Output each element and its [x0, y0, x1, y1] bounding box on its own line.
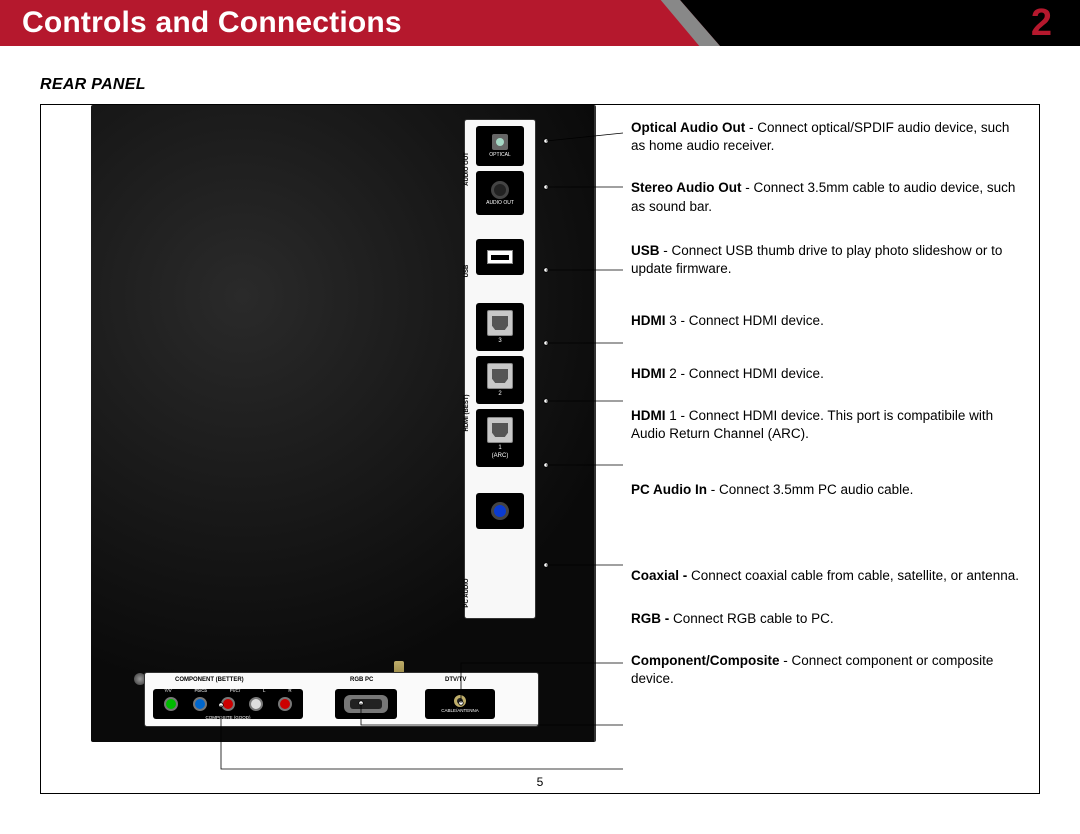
port-hdmi-2: 2	[476, 356, 524, 404]
desc-hdmi3: HDMI 3 - Connect HDMI device.	[631, 312, 1025, 330]
jack-icon	[491, 502, 509, 520]
rca-block: Y/V Pb/Cb Pr/Cr L R COMPOSITE (GOOD)	[153, 689, 303, 719]
diagram-frame: AUDIO OUT USB HDMI (BEST) PC AUDIO OPTIC…	[40, 104, 1040, 794]
page-header: Controls and Connections 2	[0, 0, 1080, 46]
desc-hdmi2: HDMI 2 - Connect HDMI device.	[631, 365, 1025, 383]
desc-rgb: RGB - Connect RGB cable to PC.	[631, 610, 1025, 628]
vga-block	[335, 689, 397, 719]
section-title: REAR PANEL	[40, 76, 1080, 94]
rca-pr	[221, 697, 235, 711]
rca-l	[249, 697, 263, 711]
port-pc-audio	[476, 493, 524, 529]
desc-coax: Coaxial - Connect coaxial cable from cab…	[631, 567, 1025, 585]
desc-hdmi1: HDMI 1 - Connect HDMI device. This port …	[631, 407, 1025, 443]
coax-block: CABLE/ANTENNA	[425, 689, 495, 719]
label-component: COMPONENT (BETTER)	[175, 677, 244, 683]
chapter-number: 2	[1031, 2, 1052, 45]
port-usb	[476, 239, 524, 275]
rca-r	[278, 697, 292, 711]
header-title: Controls and Connections	[22, 6, 402, 40]
hdmi-icon	[487, 310, 513, 336]
optical-label: OPTICAL	[489, 152, 510, 158]
side-connector-panel: AUDIO OUT USB HDMI (BEST) PC AUDIO OPTIC…	[464, 119, 536, 619]
bottom-connector-panel: COMPONENT (BETTER) RGB PC DTV/TV Y/V Pb/…	[144, 672, 539, 727]
vga-icon	[344, 695, 388, 713]
optical-icon	[492, 134, 508, 150]
label-hdmi-group: HDMI (BEST)	[464, 393, 470, 433]
desc-pcaudio: PC Audio In - Connect 3.5mm PC audio cab…	[631, 481, 1025, 499]
label-dtv: DTV/TV	[445, 677, 466, 683]
port-audio-out: AUDIO OUT	[476, 171, 524, 215]
description-column: Optical Audio Out - Connect optical/SPDI…	[631, 119, 1025, 712]
desc-usb: USB - Connect USB thumb drive to play ph…	[631, 242, 1025, 278]
usb-icon	[487, 250, 513, 264]
coax-icon	[454, 695, 466, 707]
rca-top-labels: Y/V Pb/Cb Pr/Cr L R	[153, 688, 303, 693]
label-pcaudio-group: PC AUDIO	[464, 573, 470, 613]
hdmi-icon	[487, 417, 513, 443]
port-hdmi-3: 3	[476, 303, 524, 351]
label-composite: COMPOSITE (GOOD)	[153, 715, 303, 720]
desc-comp: Component/Composite - Connect component …	[631, 652, 1025, 688]
port-hdmi-1: 1 (ARC)	[476, 409, 524, 467]
label-usb-group: USB	[464, 251, 470, 291]
desc-optical: Optical Audio Out - Connect optical/SPDI…	[631, 119, 1025, 155]
port-optical: OPTICAL	[476, 126, 524, 166]
desc-stereo: Stereo Audio Out - Connect 3.5mm cable t…	[631, 179, 1025, 215]
label-audio-out-group: AUDIO OUT	[464, 149, 470, 189]
hdmi-icon	[487, 363, 513, 389]
jack-icon	[491, 181, 509, 199]
label-rgb: RGB PC	[350, 677, 373, 683]
rca-y	[164, 697, 178, 711]
page-number: 5	[537, 775, 544, 789]
audio-out-label: AUDIO OUT	[486, 201, 514, 206]
rca-pb	[193, 697, 207, 711]
